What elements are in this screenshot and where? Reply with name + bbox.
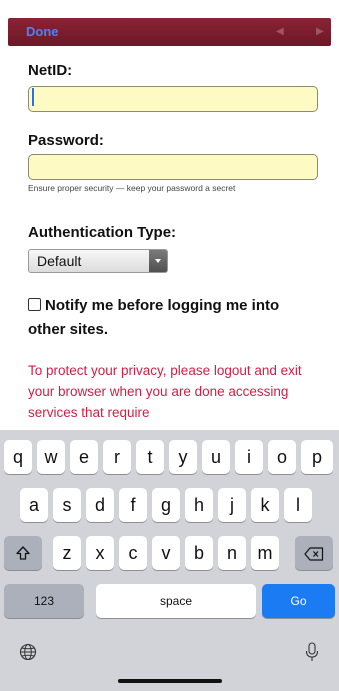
key-g[interactable]: g (152, 488, 180, 522)
key-w[interactable]: w (37, 440, 65, 474)
notify-option[interactable]: Notify me before logging me into other s… (28, 294, 318, 342)
key-r[interactable]: r (103, 440, 131, 474)
auth-type-label: Authentication Type: (28, 224, 177, 241)
password-input[interactable] (28, 154, 318, 180)
key-k[interactable]: k (251, 488, 279, 522)
key-y[interactable]: y (169, 440, 197, 474)
netid-label: NetID: (28, 62, 73, 79)
microphone-icon[interactable] (305, 642, 319, 662)
key-o[interactable]: o (268, 440, 296, 474)
password-hint: Ensure proper security — keep your passw… (28, 183, 236, 193)
key-e[interactable]: e (70, 440, 98, 474)
auth-type-selected-value: Default (37, 253, 82, 269)
auth-type-select[interactable]: Default (28, 249, 168, 273)
notify-checkbox[interactable] (28, 298, 41, 311)
key-s[interactable]: s (53, 488, 81, 522)
key-t[interactable]: t (136, 440, 164, 474)
onscreen-keyboard: q w e r t y u i o p a s d f g h j k l z … (0, 430, 339, 691)
key-f[interactable]: f (119, 488, 147, 522)
key-h[interactable]: h (185, 488, 213, 522)
key-l[interactable]: l (284, 488, 312, 522)
key-i[interactable]: i (235, 440, 263, 474)
phone-screen: Done ◀ ▶ NetID: Password: Ensure proper … (0, 0, 339, 691)
numbers-key[interactable]: 123 (4, 584, 84, 618)
key-v[interactable]: v (152, 536, 180, 570)
key-z[interactable]: z (53, 536, 81, 570)
netid-input[interactable] (28, 86, 318, 112)
key-x[interactable]: x (86, 536, 114, 570)
key-j[interactable]: j (218, 488, 246, 522)
key-m[interactable]: m (251, 536, 279, 570)
shift-icon[interactable] (4, 536, 42, 570)
go-key[interactable]: Go (262, 584, 335, 618)
text-caret (32, 88, 34, 106)
key-q[interactable]: q (4, 440, 32, 474)
home-indicator[interactable] (118, 679, 222, 683)
key-a[interactable]: a (20, 488, 48, 522)
globe-icon[interactable] (19, 643, 37, 661)
key-b[interactable]: b (185, 536, 213, 570)
key-p[interactable]: p (301, 440, 333, 474)
space-key[interactable]: space (96, 584, 256, 618)
key-n[interactable]: n (218, 536, 246, 570)
done-button[interactable]: Done (26, 24, 59, 39)
password-label: Password: (28, 132, 104, 149)
chevron-down-icon (149, 250, 167, 272)
key-d[interactable]: d (86, 488, 114, 522)
triangle-left-icon[interactable]: ◀ (276, 26, 284, 37)
key-c[interactable]: c (119, 536, 147, 570)
triangle-right-icon[interactable]: ▶ (316, 26, 324, 37)
backspace-icon[interactable] (295, 536, 333, 570)
keyboard-accessory-bar: Done ◀ ▶ (8, 18, 331, 46)
key-u[interactable]: u (202, 440, 230, 474)
privacy-notice: To protect your privacy, please logout a… (28, 363, 302, 420)
notify-label: Notify me before logging me into other s… (28, 297, 280, 338)
